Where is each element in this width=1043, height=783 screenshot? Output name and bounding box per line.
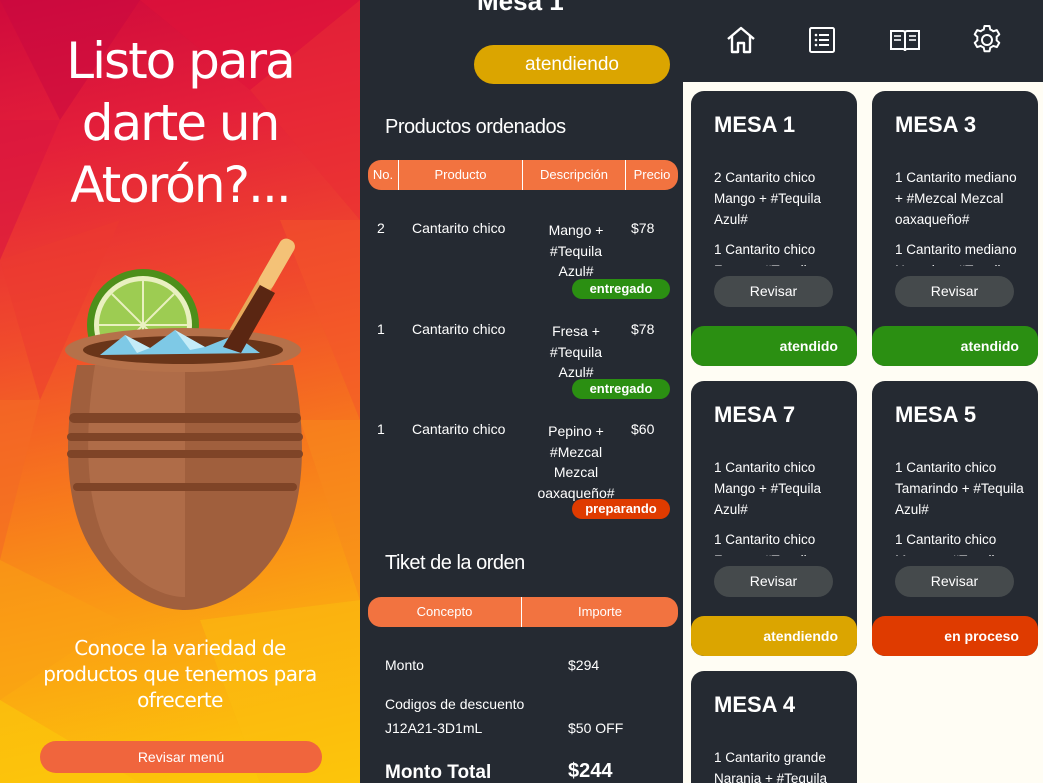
- monto-value: $294: [568, 657, 600, 673]
- row-product: Cantarito chico: [412, 321, 506, 337]
- card-items: 1 Cantarito chico Tamarindo + #Tequila A…: [895, 457, 1025, 556]
- card-status: atendido: [691, 326, 857, 366]
- discount-label: Codigos de descuento: [385, 696, 525, 712]
- promo-panel: Listo para darte un Atorón?... Conoce la…: [0, 0, 360, 783]
- row-description: Mango + #Tequila Azul#: [526, 220, 626, 282]
- card-item: 1 Cantarito chico Fresa + #Tequila Azul#: [714, 532, 816, 556]
- row-no: 2: [377, 220, 385, 236]
- status-badge[interactable]: preparando: [572, 499, 670, 519]
- row-product: Cantarito chico: [412, 220, 506, 236]
- row-product: Cantarito chico: [412, 421, 506, 437]
- tables-grid: MESA 1 2 Cantarito chico Mango + #Tequil…: [683, 82, 1043, 783]
- col-header-description: Descripción: [523, 160, 626, 190]
- review-button[interactable]: Revisar: [895, 566, 1014, 597]
- description-line: #Mezcal: [549, 443, 603, 460]
- promo-title-line: Atorón?...: [70, 156, 291, 214]
- col-header-concept: Concepto: [368, 597, 522, 627]
- promo-title-line: Listo para: [66, 32, 295, 90]
- col-header-product: Producto: [399, 160, 523, 190]
- promo-title-line: darte un: [81, 94, 281, 152]
- card-item: 1 Cantarito mediano Naranja + #Tequila A…: [895, 242, 1017, 266]
- table-row: 1 Cantarito chico Fresa + #Tequila Azul#…: [368, 321, 678, 401]
- card-title: MESA 4: [714, 692, 796, 717]
- card-item: 1 Cantarito chico Mango + #Tequila Azul#: [895, 532, 1002, 556]
- table-row: 2 Cantarito chico Mango + #Tequila Azul#…: [368, 220, 678, 300]
- card-title: MESA 7: [714, 402, 796, 427]
- description-line: Mango +: [548, 222, 604, 238]
- status-badge[interactable]: entregado: [572, 379, 670, 399]
- promo-subtitle-line: productos que tenemos para: [43, 662, 317, 686]
- status-badge[interactable]: entregado: [572, 279, 670, 299]
- cantarito-illustration: [65, 238, 303, 610]
- row-price: $60: [631, 421, 655, 437]
- card-status: atendiendo: [691, 616, 857, 656]
- monto-label: Monto: [385, 657, 424, 673]
- card-items: 1 Cantarito mediano + #Mezcal Mezcal oax…: [895, 167, 1025, 266]
- card-item: 2 Cantarito chico Mango + #Tequila Azul#: [714, 170, 821, 227]
- card-item: 1 Cantarito mediano + #Mezcal Mezcal oax…: [895, 170, 1017, 227]
- list-icon[interactable]: [806, 24, 838, 56]
- table-card-mesa-5[interactable]: MESA 5 1 Cantarito chico Tamarindo + #Te…: [872, 381, 1038, 656]
- col-header-no: No.: [368, 160, 399, 190]
- table-card-mesa-3[interactable]: MESA 3 1 Cantarito mediano + #Mezcal Mez…: [872, 91, 1038, 366]
- app-root: Listo para darte un Atorón?... Conoce la…: [0, 0, 1043, 783]
- total-value: $244: [568, 760, 613, 782]
- card-status: en proceso: [872, 616, 1038, 656]
- card-item: 1 Cantarito chico Fresa + #Tequila Azul#: [714, 242, 816, 266]
- review-button[interactable]: Revisar: [714, 566, 833, 597]
- table-card-mesa-1[interactable]: MESA 1 2 Cantarito chico Mango + #Tequil…: [691, 91, 857, 366]
- home-icon[interactable]: [725, 24, 757, 56]
- col-header-price: Precio: [633, 167, 671, 182]
- table-row: 1 Cantarito chico Pepino + #Mezcal Mezca…: [368, 421, 678, 521]
- promo-title: Listo para darte un Atorón?...: [20, 30, 340, 216]
- order-title: Mesa 1: [477, 0, 564, 16]
- description-line: Pepino +: [548, 423, 604, 439]
- card-title: MESA 3: [895, 112, 977, 137]
- row-price: $78: [631, 220, 655, 236]
- card-status: atendido: [872, 326, 1038, 366]
- top-nav: [683, 0, 1043, 82]
- promo-subtitle: Conoce la variedad de productos que tene…: [28, 635, 332, 713]
- products-table-header: No. Producto Descripción Precio: [368, 160, 678, 190]
- row-description: Fresa + #Tequila Azul#: [526, 321, 626, 383]
- ticket-table-header: Concepto Importe: [368, 597, 678, 627]
- order-status-button[interactable]: atendiendo: [474, 45, 670, 84]
- discount-code: J12A21-3D1mL: [385, 720, 483, 736]
- card-title: MESA 5: [895, 402, 977, 427]
- table-card-mesa-4[interactable]: MESA 4 1 Cantarito grande Naranja + #Teq…: [691, 671, 857, 783]
- products-section-title: Productos ordenados: [385, 116, 566, 138]
- total-label: Monto Total: [385, 762, 492, 783]
- card-title: MESA 1: [714, 112, 796, 137]
- settings-icon[interactable]: [971, 24, 1003, 56]
- card-item: 1 Cantarito chico Tamarindo + #Tequila A…: [895, 460, 1024, 517]
- card-items: 1 Cantarito grande Naranja + #Tequila Az…: [714, 747, 844, 783]
- promo-subtitle-line: Conoce la variedad de: [74, 636, 286, 660]
- table-card-mesa-7[interactable]: MESA 7 1 Cantarito chico Mango + #Tequil…: [691, 381, 857, 656]
- card-items: 1 Cantarito chico Mango + #Tequila Azul#…: [714, 457, 844, 556]
- order-detail-panel: Mesa 1 atendiendo Productos ordenados No…: [360, 0, 683, 783]
- card-item: 1 Cantarito chico Mango + #Tequila Azul#: [714, 460, 821, 517]
- review-button[interactable]: Revisar: [714, 276, 833, 307]
- menu-book-icon[interactable]: [889, 24, 921, 56]
- row-description: Pepino + #Mezcal Mezcal oaxaqueño#: [526, 421, 626, 503]
- promo-subtitle-line: ofrecerte: [137, 688, 223, 712]
- card-items: 2 Cantarito chico Mango + #Tequila Azul#…: [714, 167, 844, 266]
- description-line: #Tequila: [549, 242, 603, 259]
- row-no: 1: [377, 421, 385, 437]
- description-line: Fresa +: [552, 323, 600, 339]
- description-line: Mezcal: [553, 464, 599, 480]
- discount-value: $50 OFF: [568, 720, 624, 736]
- col-header-amount: Importe: [577, 604, 623, 619]
- review-menu-button[interactable]: Revisar menú: [40, 741, 322, 773]
- ticket-section-title: Tiket de la orden: [385, 552, 525, 574]
- row-no: 1: [377, 321, 385, 337]
- description-line: #Tequila: [549, 343, 603, 360]
- review-button[interactable]: Revisar: [895, 276, 1014, 307]
- card-item: 1 Cantarito grande Naranja + #Tequila Az…: [714, 750, 827, 783]
- row-price: $78: [631, 321, 655, 337]
